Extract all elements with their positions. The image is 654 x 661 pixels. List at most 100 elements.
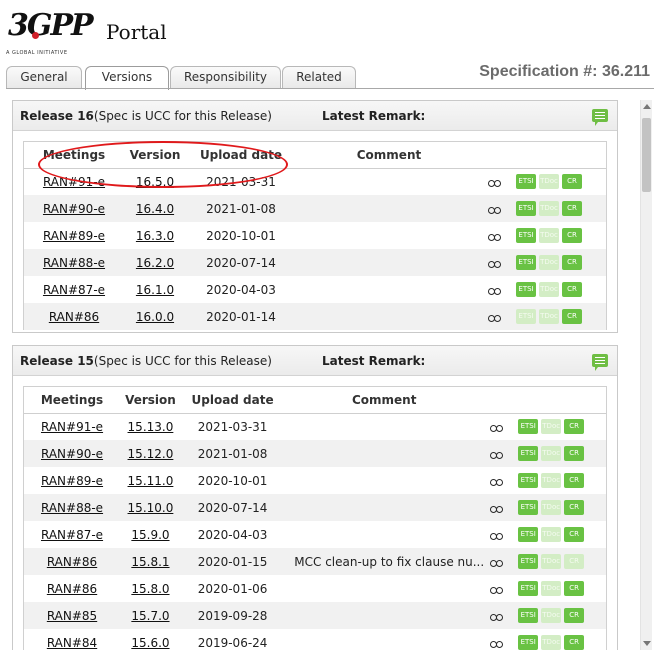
glasses-icon[interactable]	[490, 557, 504, 567]
etsi-button[interactable]: ETSI	[518, 473, 539, 488]
meeting-link[interactable]: RAN#86	[49, 310, 99, 324]
version-link[interactable]: 16.3.0	[136, 229, 174, 243]
meeting-link[interactable]: RAN#86	[47, 582, 97, 596]
cr-button[interactable]: CR	[564, 581, 585, 596]
meeting-link[interactable]: RAN#88-e	[41, 501, 103, 515]
version-link[interactable]: 15.8.0	[131, 582, 169, 596]
version-link[interactable]: 15.11.0	[128, 474, 174, 488]
col-meetings[interactable]: Meetings	[24, 142, 124, 169]
meeting-link[interactable]: RAN#90-e	[41, 447, 103, 461]
tdoc-button[interactable]: TDoc	[541, 419, 562, 435]
col-meetings[interactable]: Meetings	[24, 387, 121, 414]
cr-button[interactable]: CR	[562, 201, 582, 216]
version-link[interactable]: 15.7.0	[131, 609, 169, 623]
meeting-link[interactable]: RAN#86	[47, 555, 97, 569]
version-link[interactable]: 15.13.0	[128, 420, 174, 434]
portal-logo[interactable]: Portal	[106, 20, 167, 44]
tdoc-button[interactable]: TDoc	[541, 473, 562, 488]
glasses-icon[interactable]	[488, 285, 502, 295]
cr-button[interactable]: CR	[562, 255, 582, 270]
comment-icon[interactable]	[592, 354, 608, 371]
version-link[interactable]: 15.6.0	[131, 636, 169, 650]
glasses-icon[interactable]	[490, 449, 504, 459]
version-link[interactable]: 16.4.0	[136, 202, 174, 216]
cr-button[interactable]: CR	[564, 500, 585, 515]
etsi-button[interactable]: ETSI	[518, 554, 539, 569]
version-link[interactable]: 15.10.0	[128, 501, 174, 515]
meeting-link[interactable]: RAN#89-e	[43, 229, 105, 243]
tdoc-button[interactable]: TDoc	[541, 608, 562, 623]
version-link[interactable]: 16.2.0	[136, 256, 174, 270]
meeting-link[interactable]: RAN#88-e	[43, 256, 105, 270]
version-link[interactable]: 15.8.1	[131, 555, 169, 569]
tab-related[interactable]: Related	[282, 66, 356, 88]
cr-button[interactable]: CR	[564, 419, 585, 435]
cr-button[interactable]: CR	[564, 473, 585, 488]
tab-responsibility[interactable]: Responsibility	[170, 66, 281, 88]
cr-button[interactable]: CR	[564, 446, 585, 461]
meeting-link[interactable]: RAN#87-e	[43, 283, 105, 297]
meeting-link[interactable]: RAN#87-e	[41, 528, 103, 542]
glasses-icon[interactable]	[490, 422, 504, 432]
cr-button[interactable]: CR	[562, 174, 582, 190]
cr-button[interactable]: CR	[564, 635, 585, 650]
etsi-button[interactable]: ETSI	[518, 419, 539, 435]
tdoc-button[interactable]: TDoc	[539, 309, 559, 324]
col-upload-date[interactable]: Upload date	[180, 387, 285, 414]
meeting-link[interactable]: RAN#85	[47, 609, 97, 623]
col-comment[interactable]: Comment	[284, 387, 485, 414]
arrow-down-icon[interactable]	[643, 641, 651, 646]
vertical-scrollbar[interactable]	[640, 100, 652, 650]
tdoc-button[interactable]: TDoc	[539, 174, 559, 190]
version-link[interactable]: 16.1.0	[136, 283, 174, 297]
tdoc-button[interactable]: TDoc	[541, 500, 562, 515]
col-version[interactable]: Version	[120, 387, 181, 414]
comment-icon[interactable]	[592, 109, 608, 126]
glasses-icon[interactable]	[490, 503, 504, 513]
cr-button[interactable]: CR	[562, 309, 582, 324]
meeting-link[interactable]: RAN#91-e	[43, 175, 105, 189]
arrow-up-icon[interactable]	[643, 104, 651, 109]
glasses-icon[interactable]	[488, 204, 502, 214]
col-upload-date[interactable]: Upload date	[186, 142, 296, 169]
etsi-button[interactable]: ETSI	[516, 228, 536, 243]
glasses-icon[interactable]	[490, 530, 504, 540]
etsi-button[interactable]: ETSI	[516, 255, 536, 270]
etsi-button[interactable]: ETSI	[518, 500, 539, 515]
scrollbar-thumb[interactable]	[642, 118, 651, 192]
glasses-icon[interactable]	[488, 231, 502, 241]
glasses-icon[interactable]	[488, 312, 502, 322]
tdoc-button[interactable]: TDoc	[539, 255, 559, 270]
tab-versions[interactable]: Versions	[85, 66, 169, 90]
tdoc-button[interactable]: TDoc	[539, 201, 559, 216]
tdoc-button[interactable]: TDoc	[541, 581, 562, 596]
meeting-link[interactable]: RAN#89-e	[41, 474, 103, 488]
tdoc-button[interactable]: TDoc	[541, 527, 562, 542]
glasses-icon[interactable]	[490, 638, 504, 648]
cr-button[interactable]: CR	[562, 282, 582, 297]
glasses-icon[interactable]	[488, 258, 502, 268]
version-link[interactable]: 15.9.0	[131, 528, 169, 542]
col-version[interactable]: Version	[124, 142, 186, 169]
cr-button[interactable]: CR	[564, 527, 585, 542]
cr-button[interactable]: CR	[564, 608, 585, 623]
etsi-button[interactable]: ETSI	[518, 446, 539, 461]
cr-button[interactable]: CR	[564, 554, 585, 569]
version-link[interactable]: 15.12.0	[128, 447, 174, 461]
etsi-button[interactable]: ETSI	[518, 527, 539, 542]
glasses-icon[interactable]	[490, 611, 504, 621]
tdoc-button[interactable]: TDoc	[539, 282, 559, 297]
meeting-link[interactable]: RAN#90-e	[43, 202, 105, 216]
etsi-button[interactable]: ETSI	[516, 282, 536, 297]
etsi-button[interactable]: ETSI	[518, 581, 539, 596]
3gpp-logo[interactable]: 3GPP A GLOBAL INITIATIVE	[6, 8, 94, 58]
etsi-button[interactable]: ETSI	[516, 174, 536, 190]
tdoc-button[interactable]: TDoc	[541, 635, 562, 650]
version-link[interactable]: 16.0.0	[136, 310, 174, 324]
etsi-button[interactable]: ETSI	[516, 309, 536, 324]
tdoc-button[interactable]: TDoc	[541, 446, 562, 461]
glasses-icon[interactable]	[490, 476, 504, 486]
glasses-icon[interactable]	[490, 584, 504, 594]
cr-button[interactable]: CR	[562, 228, 582, 243]
etsi-button[interactable]: ETSI	[518, 608, 539, 623]
